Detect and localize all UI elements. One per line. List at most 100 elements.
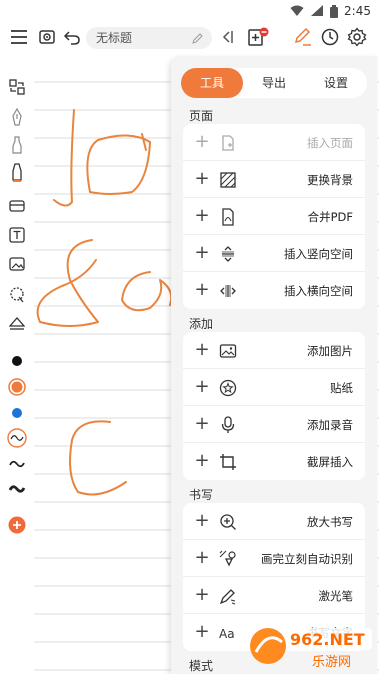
section-title-add: 添加: [189, 317, 214, 331]
text-icon: Aa: [219, 627, 235, 641]
top-toolbar: 无标题: [0, 24, 379, 50]
plus-icon: +: [194, 413, 210, 434]
laser-pen-icon: [219, 589, 236, 605]
layout-switch-icon[interactable]: [6, 76, 28, 98]
title-field[interactable]: 无标题: [86, 27, 212, 49]
plus-icon: +: [194, 584, 210, 605]
sticker-row[interactable]: + 贴纸: [183, 369, 365, 406]
pen-tool-icon[interactable]: [292, 26, 314, 48]
tab-export[interactable]: 导出: [243, 68, 305, 98]
pdf-icon: [222, 208, 234, 226]
change-background-label: 更换背景: [307, 173, 353, 187]
plus-icon: +: [194, 131, 210, 152]
plus-icon: +: [194, 621, 210, 642]
stroke-medium-icon[interactable]: [6, 453, 28, 475]
plus-icon: +: [194, 205, 210, 226]
eraser-icon[interactable]: [6, 194, 28, 216]
add-image-label: 添加图片: [307, 344, 353, 358]
tools-panel: 工具 导出 设置 页面 + 插入页面 + 更换背景 + 合并PDF + 插入竖向…: [171, 56, 377, 674]
screenshot-insert-label: 截屏插入: [307, 455, 353, 469]
insert-vertical-space-row[interactable]: + 插入竖向空间: [183, 235, 365, 272]
color-blue-swatch[interactable]: [6, 402, 28, 424]
change-background-icon: [220, 172, 236, 188]
add-recording-row[interactable]: + 添加录音: [183, 406, 365, 443]
edit-pencil-icon: [192, 33, 203, 44]
section-title-mode: 模式: [189, 659, 214, 673]
zoom-writing-label: 放大书写: [307, 515, 353, 529]
battery-icon: [330, 4, 339, 18]
marker-tool-icon[interactable]: [6, 162, 28, 184]
insert-page-icon: [222, 135, 234, 151]
ruler-triangle-icon[interactable]: [6, 312, 28, 334]
tab-settings[interactable]: 设置: [305, 68, 367, 98]
change-background-row[interactable]: + 更换背景: [183, 161, 365, 198]
color-orange-swatch[interactable]: [6, 376, 28, 398]
add-group: + 添加图片 + 贴纸 + 添加录音 + 截屏插入: [183, 332, 365, 480]
stroke-thin-icon[interactable]: [6, 427, 28, 449]
crop-icon: [220, 454, 236, 470]
laser-pen-label: 激光笔: [318, 589, 354, 603]
lasso-image-icon[interactable]: [6, 254, 28, 276]
read-mode-icon[interactable]: [36, 26, 58, 48]
screenshot-insert-row[interactable]: + 截屏插入: [183, 443, 365, 480]
status-time: 2:45: [344, 4, 371, 18]
sticker-label: 贴纸: [330, 381, 353, 395]
plus-icon: +: [194, 450, 210, 471]
history-clock-icon[interactable]: [319, 26, 341, 48]
add-recording-label: 添加录音: [307, 418, 353, 432]
tab-tools[interactable]: 工具: [181, 68, 243, 98]
insert-page-label: 插入页面: [307, 136, 353, 150]
insert-vertical-space-label: 插入竖向空间: [284, 247, 353, 261]
handwriting-strokes: [36, 109, 173, 496]
lasso-select-icon[interactable]: [6, 284, 28, 306]
laser-pen-row[interactable]: + 激光笔: [183, 577, 365, 614]
plus-icon: +: [194, 279, 210, 300]
left-toolbar: [0, 50, 34, 674]
image-icon: [219, 344, 237, 358]
plus-icon: +: [194, 547, 210, 568]
menu-icon[interactable]: [8, 26, 30, 48]
page-group: + 插入页面 + 更换背景 + 合并PDF + 插入竖向空间 + 插入横向空间: [183, 124, 365, 309]
shape-recognize-icon: [219, 550, 236, 567]
collapse-left-icon[interactable]: [216, 26, 238, 48]
insert-horizontal-space-label: 插入横向空间: [284, 284, 353, 298]
merge-pdf-label: 合并PDF: [307, 210, 353, 224]
wifi-icon: [290, 5, 304, 16]
add-color-button[interactable]: [6, 514, 28, 536]
section-title-writing: 书写: [189, 488, 214, 502]
plus-icon: +: [194, 510, 210, 531]
horizontal-space-icon: [220, 285, 236, 297]
plus-icon: +: [194, 339, 210, 360]
sticker-icon: [219, 379, 237, 397]
svg-text:Aa: Aa: [219, 627, 235, 641]
text-tool-icon[interactable]: [6, 224, 28, 246]
settings-gear-icon[interactable]: [346, 26, 368, 48]
vertical-space-icon: [222, 246, 234, 262]
auto-recognize-row[interactable]: + 画完立刻自动识别: [183, 540, 365, 577]
add-page-icon[interactable]: [248, 26, 270, 48]
watermark-subtext: 乐游网: [312, 655, 351, 670]
title-text: 无标题: [96, 31, 133, 45]
section-title-page: 页面: [189, 109, 214, 123]
color-black-swatch[interactable]: [6, 350, 28, 372]
signal-icon: [311, 5, 324, 16]
plus-icon: +: [194, 242, 210, 263]
zoom-in-icon: [220, 514, 236, 530]
add-image-row[interactable]: + 添加图片: [183, 332, 365, 369]
microphone-icon: [221, 416, 235, 433]
merge-pdf-row[interactable]: + 合并PDF: [183, 198, 365, 235]
plus-icon: +: [194, 168, 210, 189]
watermark-logo: 962.NET 乐游网: [250, 628, 372, 670]
plus-icon: +: [194, 376, 210, 397]
zoom-writing-row[interactable]: + 放大书写: [183, 503, 365, 540]
status-bar: 2:45: [0, 0, 379, 24]
pencil-tool-icon[interactable]: [6, 134, 28, 156]
fountain-pen-icon[interactable]: [6, 106, 28, 128]
undo-icon[interactable]: [61, 26, 83, 48]
insert-horizontal-space-row[interactable]: + 插入横向空间: [183, 272, 365, 309]
panel-tabs: 工具 导出 设置: [181, 68, 367, 98]
stroke-thick-icon[interactable]: [6, 478, 28, 500]
insert-page-row[interactable]: + 插入页面: [183, 124, 365, 161]
watermark-text: 962.NET: [290, 630, 365, 649]
auto-recognize-label: 画完立刻自动识别: [261, 552, 353, 566]
